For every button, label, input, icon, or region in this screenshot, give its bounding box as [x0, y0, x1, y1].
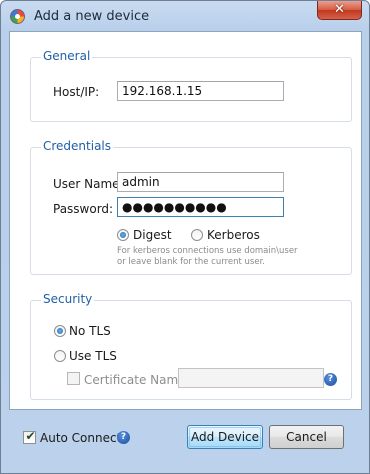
checkmark-icon: ✔	[25, 429, 36, 443]
add-device-button[interactable]: Add Device	[187, 425, 263, 449]
help-icon[interactable]: ?	[324, 373, 337, 386]
certificate-name-checkbox[interactable]	[67, 372, 80, 385]
general-group-title: General	[41, 49, 93, 63]
auto-connect-checkbox[interactable]: ✔	[23, 429, 36, 444]
close-icon: ✕	[334, 2, 345, 17]
no-tls-radio[interactable]	[54, 325, 66, 337]
kerberos-label[interactable]: Kerberos	[207, 228, 260, 242]
credentials-group-title: Credentials	[41, 139, 114, 153]
password-input[interactable]: ●●●●●●●●●●	[117, 197, 284, 217]
dialog-body: General Host/IP: 192.168.1.15 Credential…	[9, 31, 362, 410]
digest-radio[interactable]	[117, 229, 129, 241]
title-bar[interactable]: Add a new device ✕	[1, 1, 369, 33]
certificate-name-input[interactable]	[178, 368, 324, 388]
app-logo-icon	[10, 9, 25, 24]
credentials-group: Credentials User Name: admin Password: ●…	[30, 139, 352, 275]
username-input[interactable]: admin	[117, 172, 284, 192]
auto-connect-label[interactable]: Auto Connect	[40, 431, 121, 445]
digest-label[interactable]: Digest	[133, 228, 172, 242]
security-group: Security No TLS Use TLS Certificate Name…	[30, 292, 352, 400]
window-title: Add a new device	[34, 9, 150, 24]
no-tls-label[interactable]: No TLS	[69, 324, 111, 338]
password-label: Password:	[53, 202, 114, 216]
kerberos-radio[interactable]	[191, 229, 203, 241]
host-input[interactable]: 192.168.1.15	[117, 81, 284, 101]
general-group: General Host/IP: 192.168.1.15	[30, 49, 352, 122]
use-tls-label[interactable]: Use TLS	[69, 349, 117, 363]
close-button[interactable]: ✕	[317, 1, 362, 20]
security-group-title: Security	[41, 292, 95, 306]
kerberos-hint-line1: For kerberos connections use domain\user	[117, 246, 298, 256]
add-device-dialog: Add a new device ✕ General Host/IP: 192.…	[0, 0, 370, 474]
help-icon[interactable]: ?	[117, 431, 130, 444]
use-tls-radio[interactable]	[54, 350, 66, 362]
username-label: User Name:	[53, 177, 124, 191]
cancel-button[interactable]: Cancel	[269, 425, 344, 449]
host-label: Host/IP:	[53, 85, 100, 99]
certificate-name-label: Certificate Name:	[84, 373, 190, 387]
dialog-footer: ✔ Auto Connect ? Add Device Cancel	[1, 409, 369, 473]
kerberos-hint-line2: or leave blank for the current user.	[117, 257, 266, 267]
